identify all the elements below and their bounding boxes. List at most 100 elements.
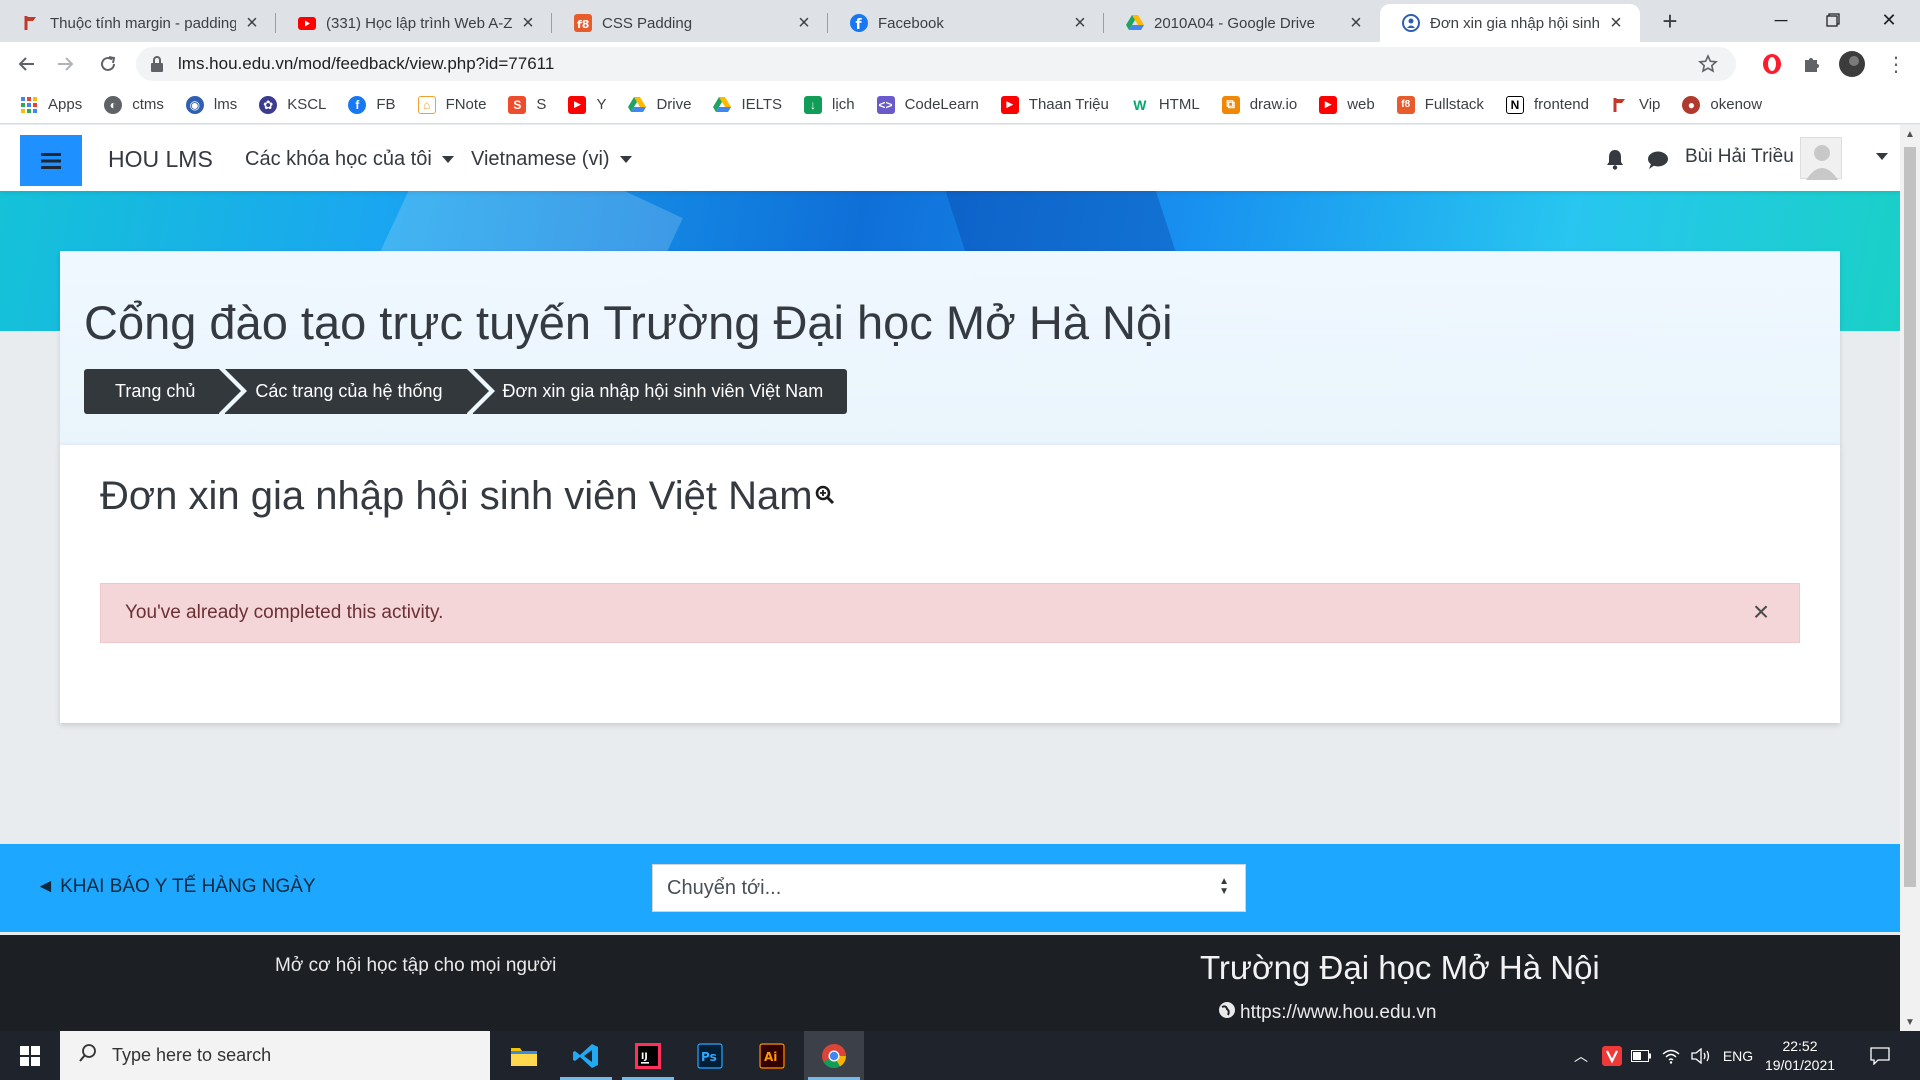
reload-button[interactable] [92,48,124,80]
lock-icon [150,56,166,72]
notifications-icon[interactable] [1860,1031,1900,1080]
caret-down-icon [441,156,454,163]
browser-tab[interactable]: f8 CSS Padding × [552,4,828,42]
svg-text:Ai: Ai [764,1050,777,1064]
close-window-button[interactable]: ✕ [1858,0,1920,40]
browser-tab[interactable]: 2010A04 - Google Drive × [1104,4,1380,42]
flag-icon [1611,96,1629,114]
bookmark-kscl[interactable]: ✿ KSCL [259,95,326,114]
scroll-down-icon[interactable]: ▼ [1900,1013,1920,1031]
address-text: lms.hou.edu.vn/mod/feedback/view.php?id=… [178,54,555,73]
page-footer: Mở cơ hội học tập cho mọi người Trường Đ… [0,935,1900,1031]
vivaldi-tray-icon[interactable] [1599,1031,1625,1080]
hou-logo-icon [1402,14,1420,32]
search-icon [78,1043,98,1068]
youtube-icon: ▶ [1319,95,1338,114]
viettuts-flag-icon [22,14,40,32]
bookmark-drive[interactable]: Drive [628,96,691,114]
bookmark-vip[interactable]: Vip [1611,96,1660,114]
bookmark-s[interactable]: SS [508,95,546,114]
caret-down-icon [619,156,632,163]
bookmark-fullstack[interactable]: f8 Fullstack [1396,95,1484,114]
w3schools-icon: W [1130,95,1149,114]
bookmark-fnote[interactable]: ⌂ FNote [417,95,486,114]
address-bar[interactable]: lms.hou.edu.vn/mod/feedback/view.php?id=… [136,47,1736,81]
restore-window-button[interactable] [1802,0,1864,40]
wifi-icon[interactable] [1658,1031,1684,1080]
scroll-up-icon[interactable]: ▲ [1900,125,1920,143]
lms-navbar: HOU LMS Các khóa học của tôi Vietnamese … [0,125,1900,191]
bookmark-codelearn[interactable]: <> CodeLearn [876,95,979,114]
chrome-menu-icon[interactable]: ⋮ [1882,50,1910,78]
illustrator-app[interactable]: Ai [742,1031,802,1080]
bookmark-ielts[interactable]: IELTS [713,96,782,114]
browser-tab[interactable]: (331) Học lập trình Web A-Z × [276,4,552,42]
tab-close-icon[interactable]: × [794,12,814,34]
intellij-icon: IJ [635,1042,661,1069]
vscode-app[interactable] [556,1031,616,1080]
start-button[interactable] [0,1031,60,1080]
messages-icon[interactable] [1647,150,1669,175]
tab-close-icon[interactable]: × [1070,12,1090,34]
battery-icon[interactable] [1628,1031,1654,1080]
house-icon: ⌂ [417,95,436,114]
bookmark-lms[interactable]: ◉ lms [185,95,237,114]
tab-close-icon[interactable]: × [518,12,538,34]
photoshop-app[interactable]: Ps [680,1031,740,1080]
extensions-puzzle-icon[interactable] [1798,50,1826,78]
bookmark-fb[interactable]: f FB [348,95,396,114]
back-button[interactable] [10,48,42,80]
profile-avatar[interactable] [1838,50,1866,78]
tab-close-icon[interactable]: × [1606,12,1626,34]
tab-close-icon[interactable]: × [242,12,262,34]
drawer-toggle-button[interactable] [20,135,82,186]
photoshop-icon: Ps [697,1042,723,1069]
notification-bell-icon[interactable] [1605,148,1625,175]
browser-tab-active[interactable]: Đơn xin gia nhập hội sinh viê × [1380,4,1640,42]
bookmark-y[interactable]: ▶ Y [568,95,606,114]
breadcrumb-item-current[interactable]: Đơn xin gia nhập hội sinh viên Việt Nam [472,369,848,414]
bookmark-star-icon[interactable] [1698,54,1718,79]
bookmark-apps[interactable]: Apps [20,96,82,114]
bookmark-ctms[interactable]: ◐ ctms [104,95,164,114]
chrome-app[interactable] [804,1031,864,1080]
breadcrumb-item-home[interactable]: Trang chủ [84,369,248,414]
jump-to-select[interactable]: Chuyển tới... ▲ ▼ [652,864,1246,912]
browser-tab[interactable]: Thuộc tính margin - padding × [0,4,276,42]
new-tab-button[interactable]: + [1655,6,1685,36]
input-language-indicator[interactable]: ENG [1718,1031,1758,1080]
bookmark-frontend[interactable]: Nfrontend [1505,95,1589,114]
volume-icon[interactable] [1688,1031,1714,1080]
user-avatar[interactable] [1800,137,1842,180]
forward-button[interactable] [50,48,82,80]
tab-close-icon[interactable]: × [1346,12,1366,34]
bookmark-thaan-trieu[interactable]: ▶ Thaan Triệu [1000,95,1109,114]
user-menu-caret-icon[interactable] [1876,153,1888,160]
show-hidden-icons-chevron-icon[interactable]: ︿ [1568,1031,1594,1080]
footer-url-link[interactable]: https://www.hou.edu.vn [1218,1001,1436,1025]
facebook-icon: f [850,14,868,32]
file-explorer-app[interactable] [494,1031,554,1080]
brand-link[interactable]: HOU LMS [108,146,213,173]
taskbar-clock[interactable]: 22:52 19/01/2021 [1760,1037,1840,1075]
bookmark-drawio[interactable]: ⧉ draw.io [1221,95,1297,114]
scrollbar-thumb[interactable] [1904,147,1916,887]
intellij-app[interactable]: IJ [618,1031,678,1080]
page-viewport: HOU LMS Các khóa học của tôi Vietnamese … [0,125,1900,1031]
my-courses-menu[interactable]: Các khóa học của tôi [245,148,454,171]
bookmark-okenow[interactable]: ● okenow [1682,95,1762,114]
search-zoom-icon[interactable] [815,470,835,515]
globe-icon [1218,1001,1236,1025]
bookmark-lich[interactable]: ↓ lịch [804,95,855,114]
user-name[interactable]: Bùi Hải Triều [1685,146,1794,168]
alert-close-icon[interactable]: × [1749,596,1773,627]
page-scrollbar[interactable]: ▲ ▼ [1900,125,1920,1031]
previous-activity-link[interactable]: ◄ KHAI BÁO Y TẾ HÀNG NGÀY [36,876,316,898]
browser-tab[interactable]: f Facebook × [828,4,1104,42]
opera-extension-icon[interactable] [1758,50,1786,78]
bookmark-html[interactable]: W HTML [1130,95,1200,114]
breadcrumb-item-system-pages[interactable]: Các trang của hệ thống [225,369,495,414]
language-menu[interactable]: Vietnamese (vi) [471,148,632,171]
bookmark-web[interactable]: ▶ web [1319,95,1375,114]
taskbar-search-box[interactable]: Type here to search [60,1031,490,1080]
